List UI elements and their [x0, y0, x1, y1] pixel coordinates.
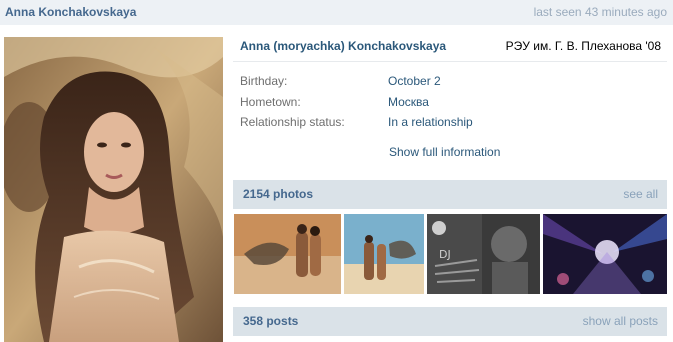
photo-thumb-club-lights[interactable] [543, 214, 667, 294]
field-label: Hometown: [240, 95, 301, 109]
photo-thumb-beach-couple[interactable] [234, 214, 341, 294]
profile-name-header[interactable]: Anna Konchakovskaya [5, 5, 136, 19]
dj-poster-text: DJ [439, 248, 451, 261]
photos-section-header[interactable]: 2154 photos see all [233, 180, 667, 209]
posts-section-header[interactable]: 358 posts show all posts [233, 307, 667, 336]
photos-see-all-link[interactable]: see all [623, 187, 658, 201]
field-label: Birthday: [240, 74, 288, 88]
posts-count-title[interactable]: 358 posts [243, 314, 298, 328]
profile-full-name: Anna (moryachka) Konchakovskaya [240, 39, 447, 53]
photos-count-title[interactable]: 2154 photos [243, 187, 313, 201]
profile-avatar-photo[interactable] [4, 37, 223, 342]
posts-show-all-link[interactable]: show all posts [583, 314, 658, 328]
photo-thumb-beach-sky[interactable] [344, 214, 424, 294]
field-value-link[interactable]: October 2 [388, 74, 441, 88]
field-value-link[interactable]: In a relationship [388, 115, 473, 129]
profile-top-bar: Anna Konchakovskaya last seen 43 minutes… [0, 0, 673, 25]
show-full-info-link[interactable]: Show full information [389, 145, 500, 159]
field-value-link[interactable]: Москва [388, 95, 429, 109]
profile-school[interactable]: РЭУ им. Г. В. Плеханова '08 [506, 39, 661, 53]
last-seen-status: last seen 43 minutes ago [533, 5, 667, 19]
photo-thumb-dj-poster[interactable]: DJ [427, 214, 540, 294]
field-label: Relationship status: [240, 115, 345, 129]
info-divider [233, 61, 667, 62]
